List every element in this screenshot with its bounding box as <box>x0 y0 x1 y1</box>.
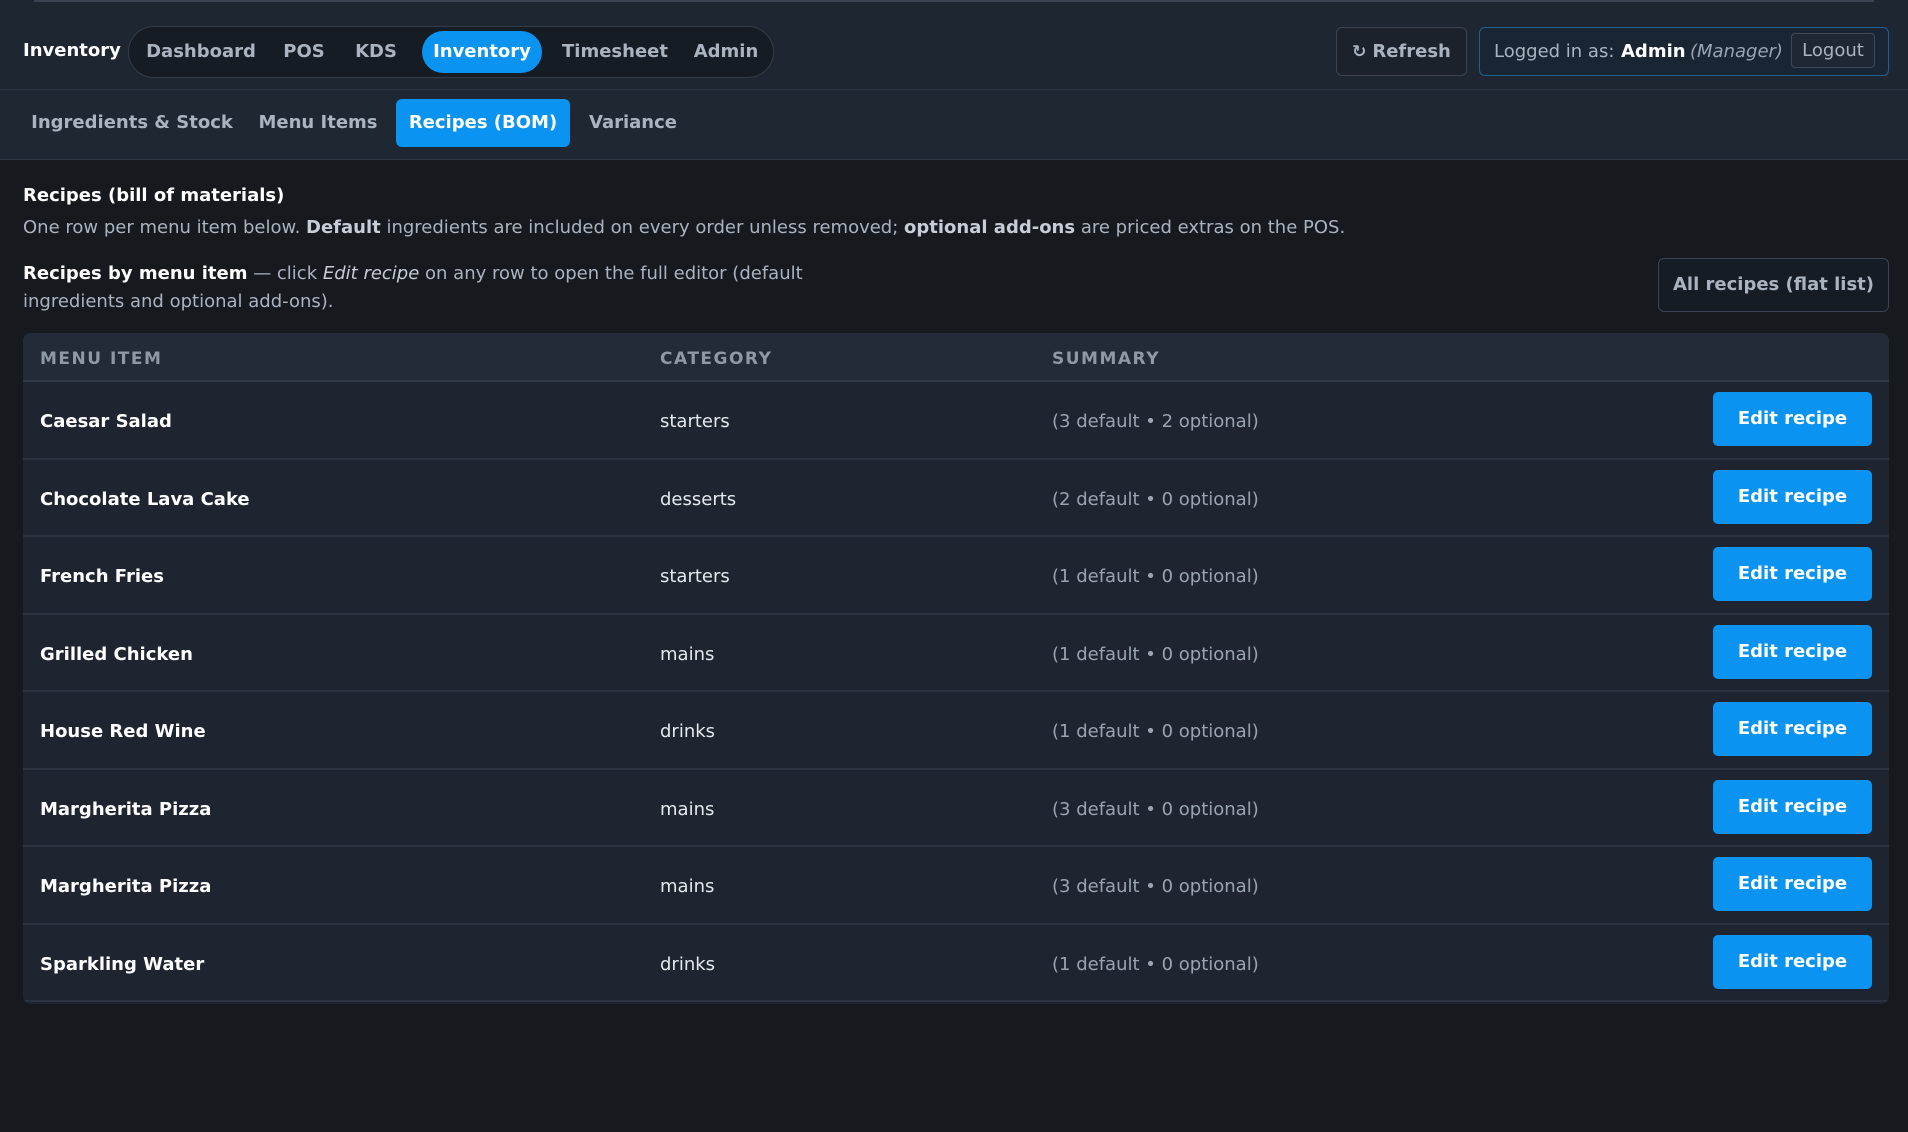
menu-item-name: Margherita Pizza <box>40 876 212 897</box>
tab-ingredients-stock[interactable]: Ingredients & Stock <box>23 99 241 147</box>
tab-menu-items[interactable]: Menu Items <box>250 99 386 147</box>
table-header: MENU ITEM CATEGORY SUMMARY <box>23 333 1889 382</box>
desc-bold-default: Default <box>306 217 381 238</box>
edit-recipe-button[interactable]: Edit recipe <box>1713 934 1872 989</box>
column-header-category: CATEGORY <box>660 349 773 369</box>
recipe-summary: (1 default • 0 optional) <box>1052 643 1259 665</box>
menu-item-name: House Red Wine <box>40 721 206 742</box>
logout-button[interactable]: Logout <box>1791 33 1875 68</box>
hint-bold: Recipes by menu item <box>23 263 248 284</box>
menu-item-category: drinks <box>660 953 716 975</box>
table-row: Caesar Salad starters (3 default • 2 optio… <box>23 382 1889 460</box>
column-header-menu-item: MENU ITEM <box>40 349 163 369</box>
desc-text-1: One row per menu item below. <box>23 217 307 238</box>
menu-item-name: Grilled Chicken <box>40 643 193 665</box>
logged-in-label: Logged in as: <box>1494 41 1615 62</box>
all-recipes-flat-list-button[interactable]: All recipes (flat list) <box>1658 258 1889 312</box>
sub-nav: Ingredients & Stock Menu Items Recipes (… <box>0 90 1908 160</box>
nav-dashboard[interactable]: Dashboard <box>137 31 265 73</box>
recipe-summary: (1 default • 0 optional) <box>1052 566 1259 587</box>
edit-recipe-button[interactable]: Edit recipe <box>1713 779 1872 834</box>
desc-text-2: ingredients are included on every order … <box>380 217 905 238</box>
menu-item-name: Sparkling Water <box>40 953 205 975</box>
edit-recipe-button[interactable]: Edit recipe <box>1713 469 1872 524</box>
top-bar: Inventory Dashboard POS KDS Inventory Ti… <box>0 0 1908 90</box>
recipe-summary: (1 default • 0 optional) <box>1052 953 1259 975</box>
main-nav: Dashboard POS KDS Inventory Timesheet Ad… <box>128 26 774 78</box>
menu-item-category: starters <box>660 411 730 432</box>
table-row: Margherita Pizza mains (3 default • 0 opti… <box>23 847 1889 925</box>
menu-item-category: mains <box>660 798 715 820</box>
nav-kds[interactable]: KDS <box>343 31 409 73</box>
user-name: Admin <box>1621 41 1686 62</box>
menu-item-name: Chocolate Lava Cake <box>40 488 250 510</box>
menu-item-category: desserts <box>660 488 737 510</box>
recipe-summary: (3 default • 2 optional) <box>1052 411 1259 432</box>
tab-variance[interactable]: Variance <box>580 99 686 147</box>
column-header-summary: SUMMARY <box>1052 349 1161 369</box>
hint-italic: Edit recipe <box>322 263 420 284</box>
refresh-button[interactable]: ↻ Refresh <box>1336 27 1467 76</box>
edit-recipe-button[interactable]: Edit recipe <box>1713 857 1872 911</box>
table-row: Grilled Chicken mains (1 default • 0 optio… <box>23 615 1889 692</box>
app-title: Inventory <box>23 40 121 61</box>
user-role: (Manager) <box>1690 41 1783 62</box>
nav-timesheet[interactable]: Timesheet <box>550 31 680 73</box>
nav-inventory[interactable]: Inventory <box>422 31 542 73</box>
page-title: Recipes (bill of materials) <box>23 185 285 206</box>
desc-bold-optional: optional add-ons <box>904 217 1076 238</box>
table-row: Chocolate Lava Cake desserts (2 default • … <box>23 460 1889 537</box>
refresh-icon: ↻ <box>1352 42 1367 62</box>
menu-item-category: mains <box>660 876 715 897</box>
menu-item-name: Caesar Salad <box>40 411 172 432</box>
menu-item-name: Margherita Pizza <box>40 798 212 820</box>
recipe-summary: (3 default • 0 optional) <box>1052 876 1259 897</box>
tab-recipes-bom[interactable]: Recipes (BOM) <box>396 99 570 147</box>
nav-pos[interactable]: POS <box>273 31 335 73</box>
recipes-table: MENU ITEM CATEGORY SUMMARY Caesar Salad s… <box>23 333 1889 1004</box>
table-row: Margherita Pizza mains (3 default • 0 opti… <box>23 770 1889 847</box>
refresh-label: Refresh <box>1372 41 1451 62</box>
recipe-summary: (1 default • 0 optional) <box>1052 721 1259 742</box>
hint-text-1: — click <box>247 263 323 284</box>
menu-item-category: mains <box>660 643 715 665</box>
edit-recipe-button[interactable]: Edit recipe <box>1713 702 1872 756</box>
menu-item-category: starters <box>660 566 730 587</box>
desc-text-3: are priced extras on the POS. <box>1075 217 1346 238</box>
nav-admin[interactable]: Admin <box>686 31 766 73</box>
page-description: One row per menu item below. Default ing… <box>23 217 1423 238</box>
table-row: French Fries starters (1 default • 0 optio… <box>23 537 1889 615</box>
edit-recipe-button[interactable]: Edit recipe <box>1713 624 1872 679</box>
recipe-summary: (2 default • 0 optional) <box>1052 488 1259 510</box>
menu-item-category: drinks <box>660 721 716 742</box>
edit-recipe-button[interactable]: Edit recipe <box>1713 547 1872 601</box>
table-row: Sparkling Water drinks (1 default • 0 opti… <box>23 925 1889 1002</box>
edit-recipe-button[interactable]: Edit recipe <box>1713 392 1872 446</box>
recipe-summary: (3 default • 0 optional) <box>1052 798 1259 820</box>
recipes-hint: Recipes by menu item — click Edit recipe… <box>23 260 803 316</box>
table-row: House Red Wine drinks (1 default • 0 optio… <box>23 692 1889 770</box>
menu-item-name: French Fries <box>40 566 164 587</box>
